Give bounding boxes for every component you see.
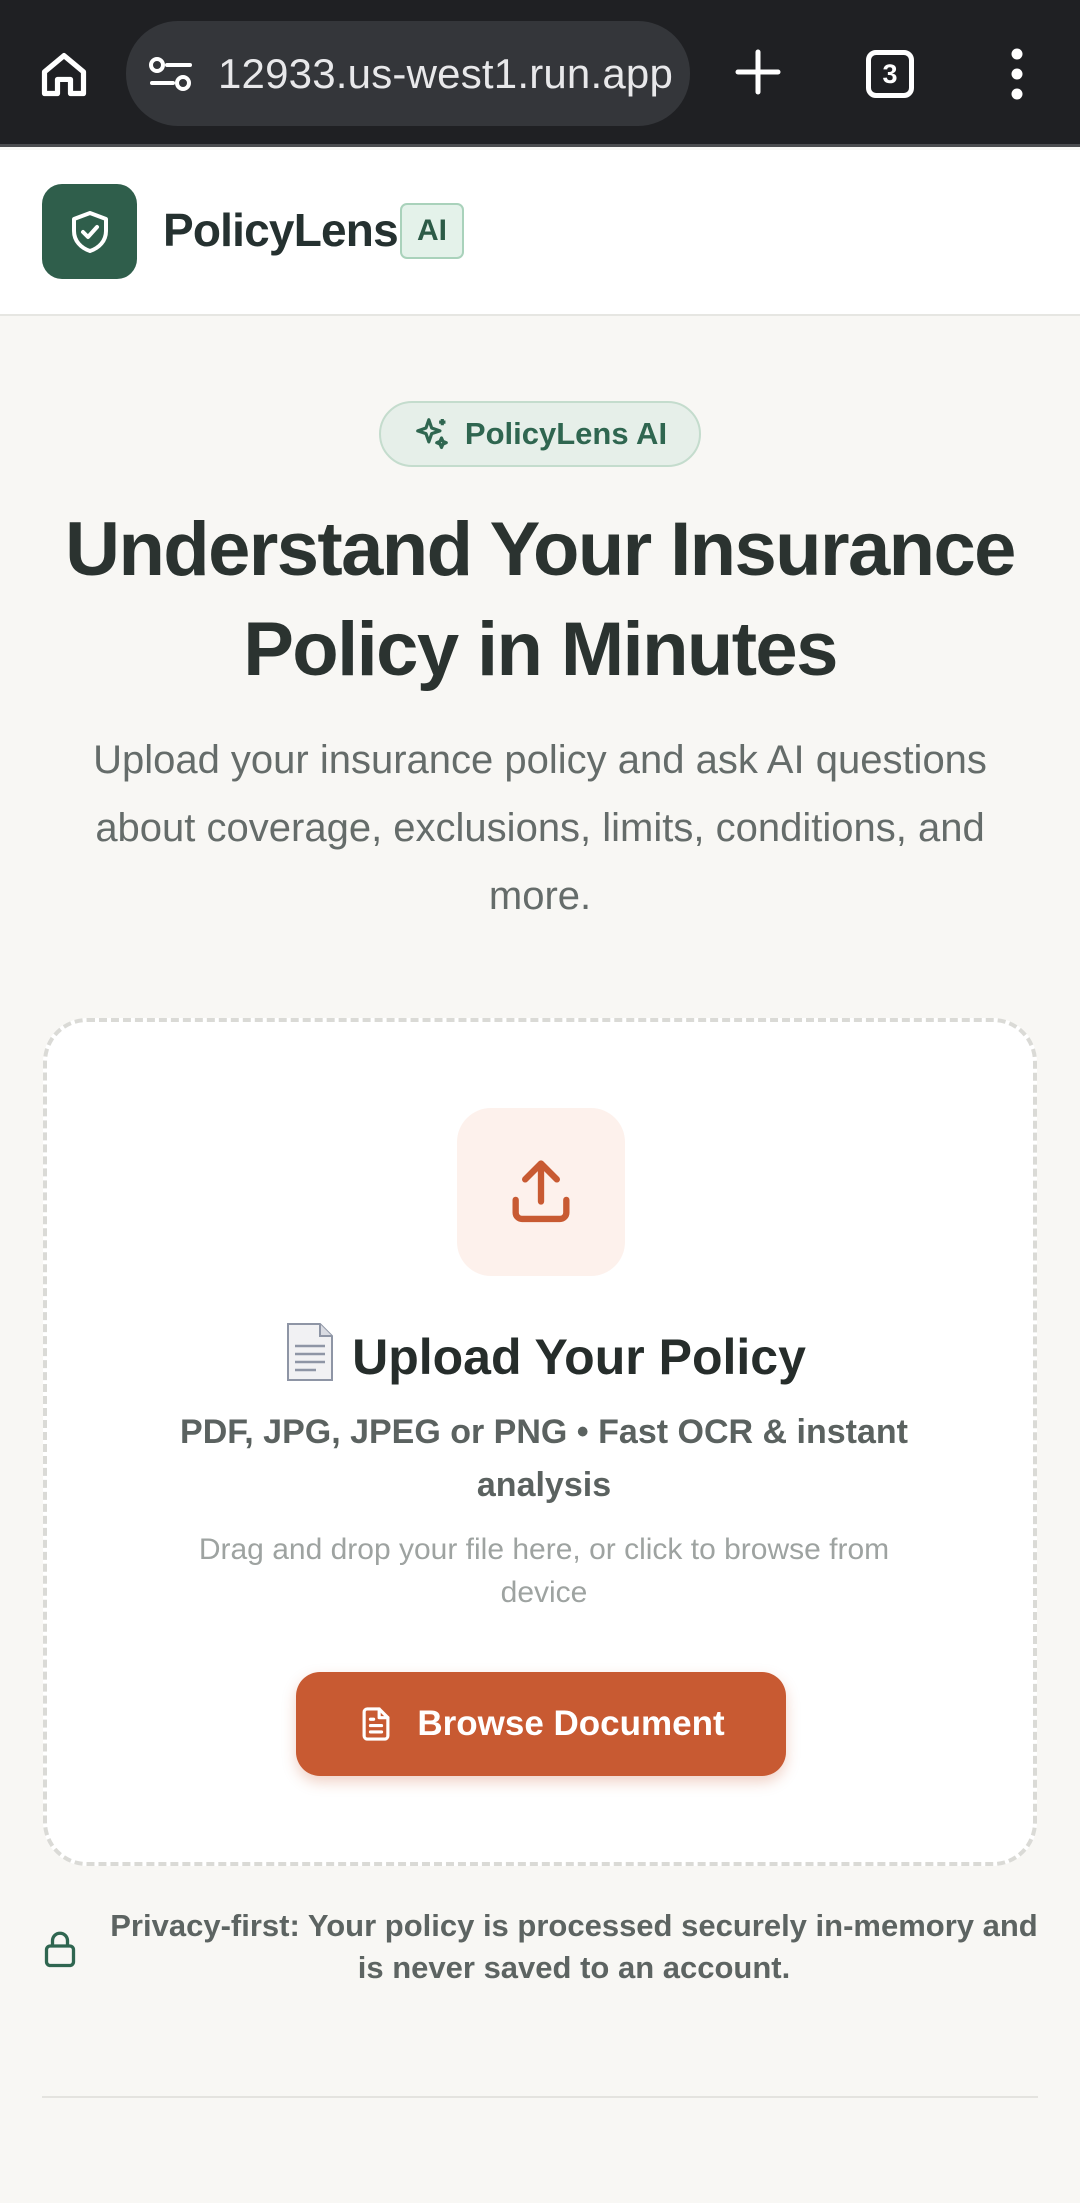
- brand-name[interactable]: PolicyLens: [163, 203, 399, 257]
- page-title: Understand Your Insurance Policy in Minu…: [65, 507, 1016, 692]
- footer-divider: [42, 2096, 1038, 2098]
- page-subtitle: Upload your insurance policy and ask AI …: [93, 738, 987, 918]
- hero-pill-label: PolicyLens AI: [464, 416, 668, 451]
- accepted-formats: PDF, JPG, JPEG or PNG • Fast OCR & insta…: [180, 1413, 908, 1504]
- tab-switcher-button[interactable]: 3: [866, 50, 914, 98]
- upload-dropzone[interactable]: Upload Your Policy PDF, JPG, JPEG or PNG…: [43, 1018, 1037, 1866]
- tab-count: 3: [882, 58, 898, 89]
- url-text: ⁠⁠12933.us-west1.run.app: [218, 49, 674, 97]
- upload-icon: [457, 1108, 625, 1276]
- dropzone-hint: Drag and drop your file here, or click t…: [198, 1533, 890, 1609]
- sparkles-icon: [416, 418, 448, 450]
- more-vert-icon[interactable]: [1002, 46, 1032, 102]
- browse-document-label: Browse Document: [417, 1704, 725, 1743]
- browser-toolbar: ⁠⁠12933.us-west1.run.app 3: [0, 0, 1080, 147]
- ai-badge: AI: [400, 203, 464, 259]
- address-bar[interactable]: ⁠⁠12933.us-west1.run.app: [126, 21, 690, 126]
- home-icon[interactable]: [36, 46, 92, 102]
- hero-pill: PolicyLens AI: [379, 401, 701, 467]
- app-header: PolicyLens AI: [0, 150, 1080, 316]
- tune-icon[interactable]: [148, 54, 194, 94]
- privacy-text: Privacy-first: Your policy is processed …: [110, 1908, 1038, 1985]
- shield-check-icon[interactable]: [42, 184, 137, 279]
- browse-document-button[interactable]: Browse Document: [296, 1672, 786, 1776]
- upload-title: Upload Your Policy: [47, 1322, 1041, 1386]
- upload-title-text: Upload Your Policy: [352, 1329, 806, 1385]
- page-document-icon: [287, 1323, 334, 1381]
- plus-icon[interactable]: [730, 44, 786, 100]
- lock-icon: [44, 1931, 76, 1968]
- privacy-note: Privacy-first: Your policy is processed …: [42, 1905, 1038, 1995]
- file-text-icon: [362, 1707, 390, 1741]
